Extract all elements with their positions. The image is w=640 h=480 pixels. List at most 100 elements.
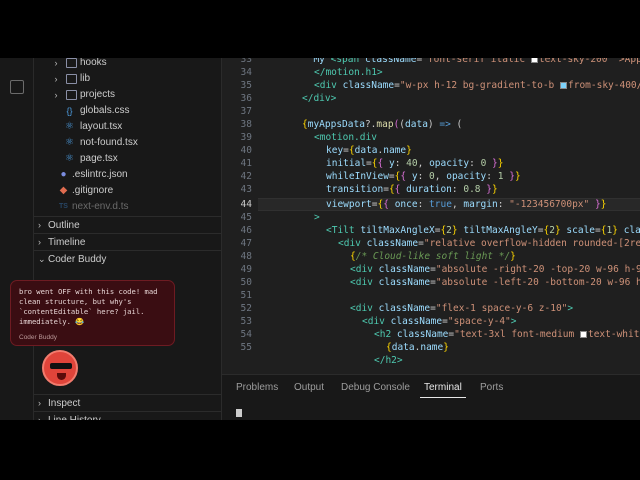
chevron-right-icon: ›: [38, 220, 41, 230]
tree-item-label: not-found.tsx: [80, 137, 138, 148]
code-line: {data.name}: [386, 342, 449, 353]
line-number: 38: [240, 119, 252, 130]
folder-row[interactable]: › hooks: [34, 58, 221, 71]
timeline-label: Timeline: [48, 237, 86, 248]
react-file-icon: ⚛: [65, 121, 74, 132]
git-file-icon: ◆: [59, 185, 68, 196]
eslint-file-icon: ●: [60, 169, 67, 180]
code-line: <div className="absolute -left-20 -botto…: [350, 277, 640, 288]
letterbox-top: [0, 0, 640, 58]
chevron-right-icon: ›: [38, 237, 41, 247]
line-number: 54: [240, 329, 252, 340]
vscode-window: › hooks › lib › projects {} globals.css ⚛ layout.…: [0, 58, 640, 420]
code-line: <Tilt tiltMaxAngleX={2} tiltMaxAngleY={2…: [326, 225, 640, 236]
tree-item-label: next-env.d.ts: [72, 201, 129, 212]
code-line: <div className="absolute -right-20 -top-…: [350, 264, 640, 275]
buddy-avatar[interactable]: [42, 350, 78, 386]
line-number: 48: [240, 251, 252, 262]
file-row[interactable]: ⚛ layout.tsx: [34, 119, 221, 135]
code-line: >: [314, 212, 320, 223]
file-row[interactable]: TS next-env.d.ts: [34, 199, 221, 215]
react-file-icon: ⚛: [65, 137, 74, 148]
line-history-panel-header[interactable]: › Line History: [34, 411, 221, 420]
timeline-panel-header[interactable]: › Timeline: [34, 233, 221, 250]
line-number: 50: [240, 277, 252, 288]
code-line: {myAppsData?.map((data) => (: [302, 119, 463, 130]
bottom-panel: Problems Output Debug Console Terminal P…: [222, 374, 640, 420]
code-line: initial={{ y: 40, opacity: 0 }}: [326, 158, 504, 169]
chevron-right-icon: ›: [54, 90, 58, 100]
file-row[interactable]: ◆ .gitignore: [34, 183, 221, 199]
buddy-message-bubble: bro went OFF with this code! mad clean s…: [10, 280, 175, 346]
buddy-author: Coder Buddy: [19, 334, 57, 341]
outline-panel-header[interactable]: › Outline: [34, 216, 221, 233]
code-line: </h2>: [374, 355, 403, 366]
inspect-panel-header[interactable]: › Inspect: [34, 394, 221, 411]
file-row[interactable]: ⚛ page.tsx: [34, 151, 221, 167]
line-number: 47: [240, 238, 252, 249]
tree-item-label: lib: [80, 73, 91, 84]
activity-bar: [0, 58, 34, 420]
folder-row[interactable]: › projects: [34, 87, 221, 103]
buddy-message-text: bro went OFF with this code! mad clean s…: [19, 287, 158, 326]
folder-icon: [66, 74, 77, 84]
line-number: 41: [240, 158, 252, 169]
css-file-icon: {}: [66, 106, 73, 116]
tree-item-label: globals.css: [80, 105, 130, 116]
line-history-label: Line History: [48, 412, 101, 420]
code-line: <div className="space-y-4">: [362, 316, 517, 327]
line-number: 35: [240, 80, 252, 91]
tab-problems[interactable]: Problems: [236, 381, 278, 395]
code-line: key={data.name}: [326, 145, 412, 156]
outline-label: Outline: [48, 220, 80, 231]
line-number: 52: [240, 303, 252, 314]
coder-buddy-panel-header[interactable]: ⌄ Coder Buddy: [34, 250, 221, 267]
line-number: 37: [240, 106, 252, 117]
folder-row[interactable]: › lib: [34, 71, 221, 87]
code-editor[interactable]: 33 34 35 36 37 38 39 40 41 42 43 44 45 46 47 48 49 50 51 52…: [222, 58, 640, 374]
tree-item-label: .gitignore: [72, 185, 114, 196]
tab-ports[interactable]: Ports: [480, 381, 503, 395]
tab-output[interactable]: Output: [294, 381, 324, 395]
chevron-right-icon: ›: [54, 74, 58, 84]
tree-item-label: projects: [80, 89, 116, 100]
line-number: 43: [240, 184, 252, 195]
folder-icon: [66, 58, 77, 68]
line-number: 55: [240, 342, 252, 353]
tree-item-label: hooks: [80, 58, 107, 68]
code-line: <div className="relative overflow-hidden…: [338, 238, 640, 249]
file-row[interactable]: ⚛ not-found.tsx: [34, 135, 221, 151]
code-line: </div>: [302, 93, 337, 104]
sunglasses-icon: [50, 363, 72, 369]
line-number: 49: [240, 264, 252, 275]
letterbox-bottom: [0, 420, 640, 480]
extensions-icon[interactable]: [10, 80, 24, 94]
code-line: <h2 className="text-3xl font-medium text…: [374, 329, 640, 340]
tree-item-label: layout.tsx: [80, 121, 123, 132]
line-number: 45: [240, 212, 252, 223]
tree-item-label: page.tsx: [80, 153, 118, 164]
mouth-icon: [57, 373, 66, 380]
code-line: My <span className="font-serif italic te…: [302, 58, 640, 65]
code-line: </motion.h1>: [314, 67, 383, 78]
line-number: 53: [240, 316, 252, 327]
active-tab-indicator: [420, 397, 466, 398]
coder-buddy-label: Coder Buddy: [48, 254, 107, 265]
folder-icon: [66, 90, 77, 100]
line-number: 42: [240, 171, 252, 182]
line-number: 46: [240, 225, 252, 236]
tab-debug-console[interactable]: Debug Console: [341, 381, 410, 395]
file-row[interactable]: ● .eslintrc.json: [34, 167, 221, 183]
tab-terminal[interactable]: Terminal: [424, 381, 462, 395]
line-number: 36: [240, 93, 252, 104]
code-line: transition={{ duration: 0.8 }}: [326, 184, 498, 195]
line-number: 33: [240, 58, 252, 65]
code-line: viewport={{ once: true, margin: "-123456…: [326, 199, 607, 210]
file-row[interactable]: {} globals.css: [34, 103, 221, 119]
chevron-right-icon: ›: [54, 58, 58, 68]
react-file-icon: ⚛: [65, 153, 74, 164]
code-line: whileInView={{ y: 0, opacity: 1 }}: [326, 171, 521, 182]
line-number: 40: [240, 145, 252, 156]
chevron-right-icon: ›: [38, 398, 41, 408]
terminal-cursor[interactable]: [236, 409, 242, 417]
